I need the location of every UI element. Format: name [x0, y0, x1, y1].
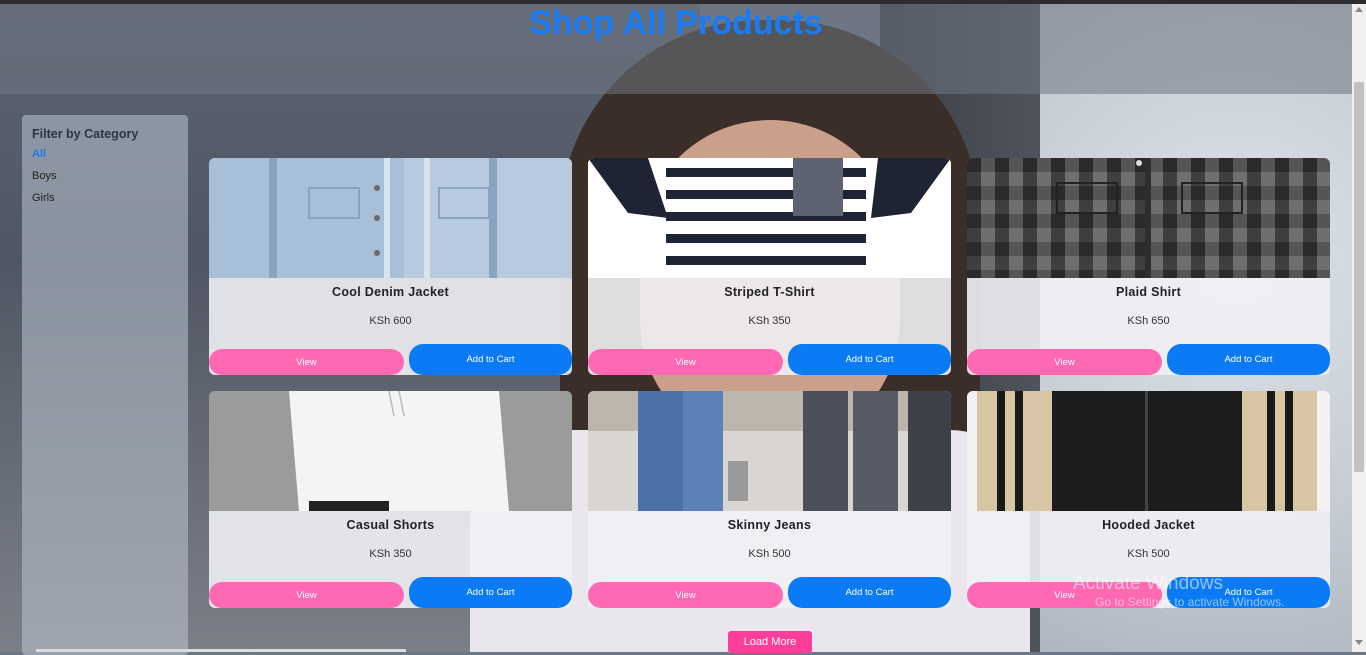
view-button[interactable]: View [588, 582, 783, 608]
scrollbar-thumb[interactable] [1354, 82, 1364, 472]
product-name: Casual Shorts [346, 518, 435, 532]
product-name: Skinny Jeans [727, 518, 812, 532]
product-price: KSh 500 [748, 548, 791, 560]
product-card: Striped T-Shirt KSh 350 View Add to Cart [588, 158, 951, 375]
add-to-cart-button[interactable]: Add to Cart [1167, 344, 1330, 375]
scroll-down-arrow-icon[interactable] [1355, 640, 1363, 645]
product-image[interactable] [588, 391, 951, 511]
activate-windows-watermark: Activate Windows Go to Settings to activ… [1073, 573, 1284, 609]
product-price: KSh 350 [748, 315, 791, 327]
product-card: Skinny Jeans KSh 500 View Add to Cart [588, 391, 951, 608]
product-image[interactable] [209, 158, 572, 278]
view-button[interactable]: View [588, 349, 783, 375]
view-button[interactable]: View [209, 349, 404, 375]
filter-heading: Filter by Category [32, 127, 139, 141]
product-image[interactable] [588, 158, 951, 278]
load-more-button[interactable]: Load More [728, 631, 812, 653]
product-image[interactable] [967, 158, 1330, 278]
add-to-cart-button[interactable]: Add to Cart [409, 577, 572, 608]
product-price: KSh 650 [1127, 315, 1170, 327]
watermark-subtitle: Go to Settings to activate Windows. [1095, 595, 1285, 609]
view-button[interactable]: View [967, 349, 1162, 375]
view-button[interactable]: View [209, 582, 404, 608]
product-name: Plaid Shirt [1115, 285, 1182, 299]
product-image[interactable] [209, 391, 572, 511]
watermark-title: Activate Windows [1073, 573, 1223, 594]
add-to-cart-button[interactable]: Add to Cart [788, 344, 951, 375]
product-price: KSh 350 [369, 548, 412, 560]
product-card: Cool Denim Jacket KSh 600 View Add to Ca… [209, 158, 572, 375]
add-to-cart-button[interactable]: Add to Cart [409, 344, 572, 375]
product-card: Plaid Shirt KSh 650 View Add to Cart [967, 158, 1330, 375]
product-card: Casual Shorts KSh 350 View Add to Cart [209, 391, 572, 608]
product-name: Cool Denim Jacket [332, 285, 449, 299]
category-filter-sidebar: Filter by Category All Boys Girls [22, 115, 188, 655]
page-title: Shop All Products [529, 4, 823, 42]
scroll-up-arrow-icon[interactable] [1355, 7, 1363, 12]
product-name: Hooded Jacket [1102, 518, 1195, 532]
product-name: Striped T-Shirt [724, 285, 815, 299]
product-price: KSh 600 [369, 315, 412, 327]
category-boys[interactable]: Boys [32, 170, 56, 182]
category-girls[interactable]: Girls [32, 192, 55, 204]
product-price: KSh 500 [1127, 548, 1170, 560]
product-image[interactable] [967, 391, 1330, 511]
category-all[interactable]: All [32, 148, 46, 160]
add-to-cart-button[interactable]: Add to Cart [788, 577, 951, 608]
